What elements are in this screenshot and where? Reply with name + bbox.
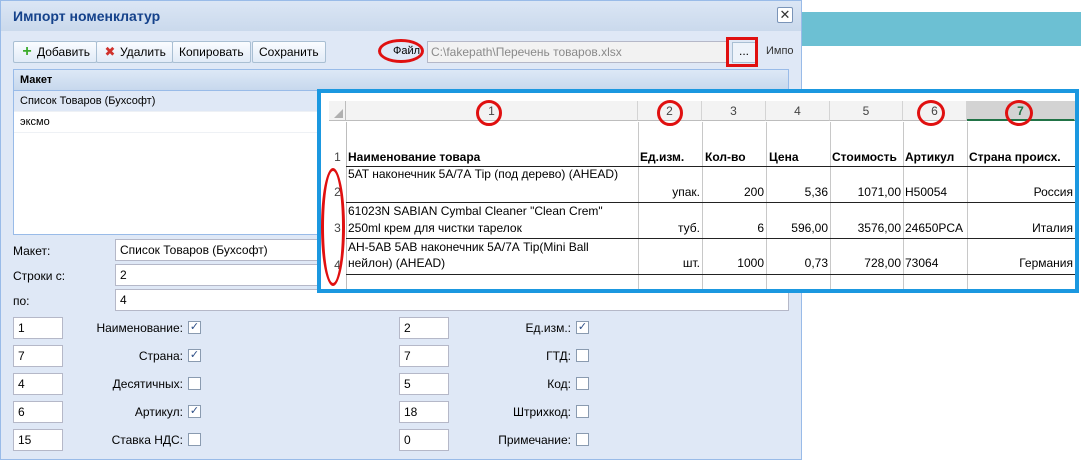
- row3-cost: 3576,00: [857, 221, 901, 235]
- row3-qty: 6: [757, 221, 764, 235]
- country-column-field[interactable]: 7: [13, 345, 63, 367]
- sheet-column-5: 5: [830, 101, 903, 121]
- unit-column-field[interactable]: 2: [399, 317, 449, 339]
- row2-qty: 200: [743, 185, 764, 199]
- sheet-row-1: 1: [334, 150, 341, 164]
- row4-name-line1: AH-5AB 5AB наконечник 5А/7А Tip(Mini Bal…: [348, 240, 589, 254]
- close-button[interactable]: ✕: [777, 7, 793, 23]
- name-column-field[interactable]: 1: [13, 317, 63, 339]
- note-column-label: Примечание:: [498, 433, 571, 447]
- column-1-highlight: [476, 100, 502, 126]
- row4-price: 0,73: [804, 256, 828, 270]
- file-label-highlight: [378, 39, 424, 63]
- row-border: [346, 274, 1075, 275]
- decimals-checkbox[interactable]: [188, 377, 201, 390]
- article-checkbox[interactable]: ✓: [188, 405, 201, 418]
- row4-cost: 728,00: [864, 256, 901, 270]
- decimals-column-field[interactable]: 4: [13, 373, 63, 395]
- header-name: Наименование товара: [348, 150, 481, 164]
- grid-line: [903, 122, 904, 289]
- row3-unit: туб.: [678, 221, 700, 235]
- note-checkbox[interactable]: [576, 433, 589, 446]
- copy-button[interactable]: Копировать: [172, 41, 251, 63]
- dialog-title: Импорт номенклатур: [13, 8, 161, 24]
- column-2-highlight: [657, 100, 683, 126]
- header-country: Страна происх.: [969, 150, 1061, 164]
- header-price: Цена: [769, 150, 799, 164]
- sheet-column-3: 3: [702, 101, 766, 121]
- grid-line: [346, 122, 347, 289]
- unit-checkbox[interactable]: ✓: [576, 321, 589, 334]
- header-qty: Кол-во: [705, 150, 746, 164]
- add-button[interactable]: + Добавить: [13, 41, 98, 63]
- import-button[interactable]: Импо: [766, 45, 794, 57]
- barcode-column-label: Штрихкод:: [512, 405, 571, 419]
- save-button[interactable]: Сохранить: [252, 41, 326, 63]
- unit-column-label: Ед.изм.:: [525, 321, 571, 335]
- country-column-label: Страна:: [138, 349, 183, 363]
- row2-article: H50054: [905, 185, 948, 199]
- row3-article: 24650PCA: [905, 221, 964, 235]
- row3-price: 596,00: [791, 221, 828, 235]
- row4-qty: 1000: [737, 256, 764, 270]
- row2-cost: 1071,00: [857, 185, 901, 199]
- row4-country: Германия: [1019, 256, 1073, 270]
- row3-name-line1: 61023N SABIAN Cymbal Cleaner "Clean Crem…: [348, 204, 603, 218]
- rows-to-label: по:: [13, 294, 30, 308]
- row-border: [346, 238, 1075, 239]
- dialog-title-bar: Импорт номенклатур ✕: [1, 1, 801, 31]
- sheet-corner: [329, 101, 346, 121]
- row3-country: Италия: [1032, 221, 1073, 235]
- row4-unit: шт.: [682, 256, 700, 270]
- header-article: Артикул: [905, 150, 955, 164]
- column-7-highlight: [1005, 100, 1033, 126]
- plus-icon: +: [22, 43, 32, 60]
- row-border: [346, 202, 1075, 203]
- decimals-column-label: Десятичных:: [112, 377, 183, 391]
- row2-unit: упак.: [672, 185, 700, 199]
- row2-name-line1: 5AT наконечник 5А/7А Tip (под дерево) (A…: [348, 167, 619, 181]
- barcode-column-field[interactable]: 18: [399, 401, 449, 423]
- close-icon: ✕: [779, 7, 791, 22]
- delete-icon: ✖: [104, 44, 116, 59]
- vat-checkbox[interactable]: [188, 433, 201, 446]
- customs-column-label: ГТД:: [546, 349, 571, 363]
- article-column-field[interactable]: 6: [13, 401, 63, 423]
- customs-column-field[interactable]: 7: [399, 345, 449, 367]
- file-path-field[interactable]: C:\fakepath\Перечень товаров.xlsx: [427, 41, 727, 63]
- templates-list-header: Макет: [14, 70, 788, 91]
- note-column-field[interactable]: 0: [399, 429, 449, 451]
- barcode-checkbox[interactable]: [576, 405, 589, 418]
- row4-article: 73064: [905, 256, 939, 270]
- code-checkbox[interactable]: [576, 377, 589, 390]
- customs-checkbox[interactable]: [576, 349, 589, 362]
- background-header-strip: [800, 12, 1081, 46]
- country-checkbox[interactable]: ✓: [188, 349, 201, 362]
- name-column-label: Наименование:: [96, 321, 183, 335]
- delete-button-label: Удалить: [120, 45, 166, 59]
- code-column-label: Код:: [547, 377, 571, 391]
- vat-column-label: Ставка НДС:: [111, 433, 183, 447]
- template-label: Макет:: [13, 244, 51, 258]
- browse-button-highlight: [726, 37, 758, 67]
- rows-highlight: [321, 168, 345, 286]
- column-6-highlight: [917, 100, 945, 126]
- row2-price: 5,36: [804, 185, 828, 199]
- spreadsheet-preview: 1 2 3 4 5 6 7 1 2 3 4 Наименование товар…: [317, 89, 1079, 293]
- sheet-column-4: 4: [766, 101, 830, 121]
- add-button-label: Добавить: [37, 45, 91, 59]
- row3-name-line2: 250ml крем для чистки тарелок: [348, 221, 522, 235]
- row4-name-line2: нейлон) (AHEAD): [348, 256, 446, 270]
- vat-column-field[interactable]: 15: [13, 429, 63, 451]
- delete-button[interactable]: ✖ Удалить: [96, 41, 173, 63]
- code-column-field[interactable]: 5: [399, 373, 449, 395]
- name-checkbox[interactable]: ✓: [188, 321, 201, 334]
- save-button-label: Сохранить: [259, 45, 319, 59]
- header-cost: Стоимость: [832, 150, 897, 164]
- header-unit: Ед.изм.: [640, 150, 685, 164]
- article-column-label: Артикул:: [134, 405, 183, 419]
- copy-button-label: Копировать: [179, 45, 244, 59]
- row2-country: Россия: [1033, 185, 1073, 199]
- rows-from-label: Строки с:: [13, 269, 66, 283]
